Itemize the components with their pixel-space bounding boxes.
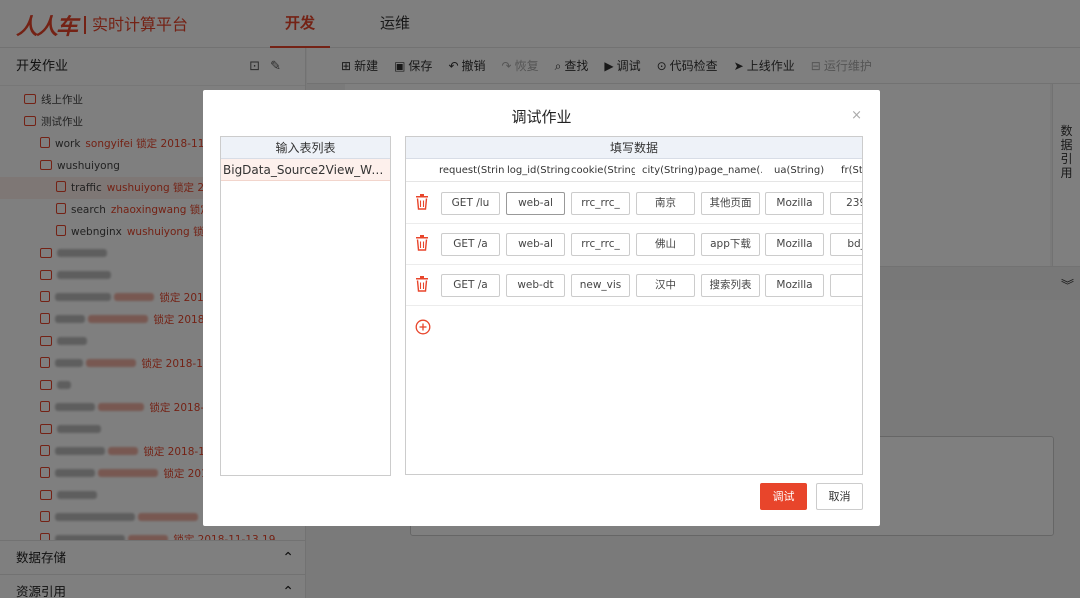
- column-header: request(String): [439, 165, 505, 176]
- cell-input[interactable]: GET /a: [441, 274, 500, 297]
- column-header: cookie(String): [571, 165, 635, 176]
- cell-input[interactable]: 搜索列表: [701, 274, 760, 297]
- input-table-item[interactable]: BigData_Source2View_WebNginx: [221, 159, 390, 181]
- trash-icon[interactable]: [415, 235, 429, 251]
- debug-job-dialog: 调试作业 × 输入表列表 BigData_Source2View_WebNgin…: [203, 90, 880, 526]
- dialog-title: 调试作业: [511, 108, 572, 126]
- cell-input[interactable]: GET /a: [441, 233, 500, 256]
- cancel-button[interactable]: 取消: [816, 483, 863, 510]
- add-row-icon[interactable]: [415, 319, 431, 335]
- input-table-list: 输入表列表 BigData_Source2View_WebNginx: [220, 136, 391, 476]
- fill-data-panel: 填写数据 request(String) log_id(String) cook…: [405, 136, 863, 475]
- cell-input[interactable]: web-al: [506, 233, 565, 256]
- data-row: GET /a web-al rrc_rrc_ 佛山 app下载 Mozilla …: [406, 224, 862, 265]
- cell-input[interactable]: 汉中: [636, 274, 695, 297]
- trash-icon[interactable]: [415, 194, 429, 210]
- cell-input[interactable]: GET /lu: [441, 192, 500, 215]
- cell-input[interactable]: Mozilla: [765, 274, 824, 297]
- column-header: page_name(...): [698, 165, 762, 176]
- cell-input[interactable]: web-al: [506, 192, 565, 215]
- cell-input[interactable]: web-dt: [506, 274, 565, 297]
- cell-input[interactable]: Mozilla: [765, 192, 824, 215]
- cell-input[interactable]: new_vis: [571, 274, 630, 297]
- debug-button[interactable]: 调试: [760, 483, 807, 510]
- cell-input[interactable]: 佛山: [636, 233, 695, 256]
- cell-input[interactable]: 南京: [636, 192, 695, 215]
- cell-input[interactable]: Mozilla: [765, 233, 824, 256]
- cell-input[interactable]: 其他页面: [701, 192, 760, 215]
- close-icon[interactable]: ×: [851, 108, 862, 123]
- column-header-row: request(String) log_id(String) cookie(St…: [406, 160, 863, 182]
- cell-input[interactable]: rrc_rrc_: [571, 192, 630, 215]
- trash-icon[interactable]: [415, 276, 429, 292]
- column-header: fr(String): [841, 165, 863, 176]
- fill-data-header: 填写数据: [406, 137, 862, 159]
- column-header: ua(String): [774, 165, 825, 176]
- cell-input[interactable]: bd_c: [830, 233, 862, 256]
- cell-input[interactable]: 2397: [830, 192, 862, 215]
- column-header: log_id(String): [507, 165, 571, 176]
- cell-input[interactable]: app下载: [701, 233, 760, 256]
- data-row: GET /a web-dt new_vis 汉中 搜索列表 Mozilla: [406, 265, 862, 306]
- input-table-list-header: 输入表列表: [221, 137, 390, 159]
- column-header: city(String): [642, 165, 698, 176]
- data-row: GET /lu web-al rrc_rrc_ 南京 其他页面 Mozilla …: [406, 183, 862, 224]
- cell-input[interactable]: rrc_rrc_: [571, 233, 630, 256]
- cell-input[interactable]: [830, 274, 862, 297]
